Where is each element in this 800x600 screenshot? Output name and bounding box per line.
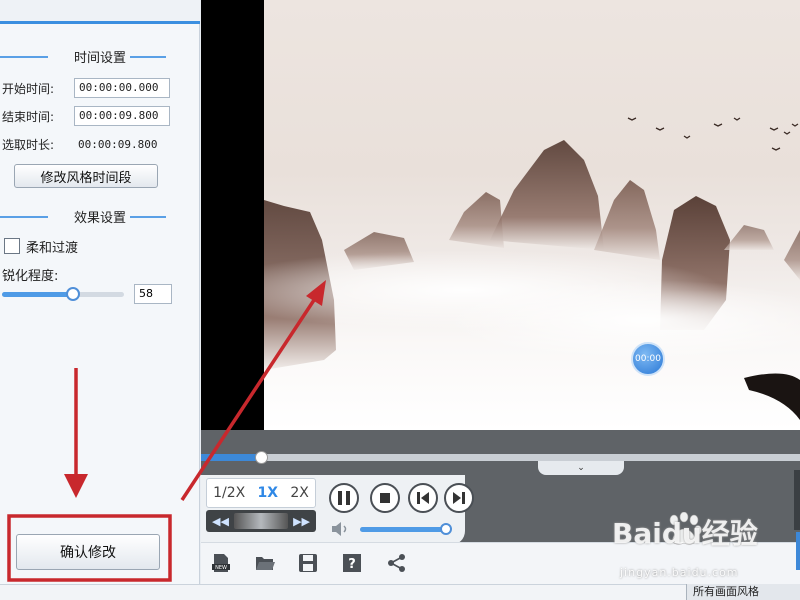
previous-frame-icon xyxy=(417,492,429,504)
help-icon[interactable]: ? xyxy=(341,552,363,574)
video-preview: 00:00 xyxy=(201,0,800,430)
sharpen-slider-fill xyxy=(2,292,73,297)
right-panel-edge-accent xyxy=(796,532,800,570)
duration-row: 选取时长: 00:00:09.800 xyxy=(2,134,157,154)
modify-style-time-button[interactable]: 修改风格时间段 xyxy=(14,164,158,188)
next-frame-button[interactable] xyxy=(444,483,474,513)
pause-button[interactable] xyxy=(329,483,359,513)
sharpen-label: 锐化程度: xyxy=(2,268,59,284)
soft-transition-row[interactable]: 柔和过渡 xyxy=(4,236,78,256)
sharpen-value-input[interactable]: 58 xyxy=(134,284,172,304)
sharpen-slider-knob[interactable] xyxy=(65,287,80,301)
svg-text:?: ? xyxy=(348,557,356,572)
svg-text:NEW: NEW xyxy=(215,565,227,571)
end-time-input[interactable]: 00:00:09.800 xyxy=(74,106,170,126)
seek-shuttle[interactable]: ◀◀ ▶▶ xyxy=(206,510,316,532)
style-list-header: 所有画面风格 xyxy=(686,584,800,600)
settings-panel: 时间设置 开始时间: 00:00:00.000 结束时间: 00:00:09.8… xyxy=(0,0,200,600)
time-settings-header: 时间设置 xyxy=(0,46,200,66)
fast-forward-icon[interactable]: ▶▶ xyxy=(293,515,310,528)
chevron-down-icon: ⌄ xyxy=(577,463,585,473)
effect-settings-header: 效果设置 xyxy=(0,206,200,226)
volume-slider-knob[interactable] xyxy=(439,523,452,535)
right-panel-edge xyxy=(794,470,800,530)
duration-label: 选取时长: xyxy=(2,137,55,152)
volume-slider[interactable] xyxy=(360,523,452,535)
start-time-input[interactable]: 00:00:00.000 xyxy=(74,78,170,98)
pause-icon xyxy=(338,491,350,505)
rewind-icon[interactable]: ◀◀ xyxy=(212,515,229,528)
previous-frame-button[interactable] xyxy=(408,483,438,513)
speed-option-half[interactable]: 1/2X xyxy=(213,485,245,501)
screenshot-root: 时间设置 开始时间: 00:00:00.000 结束时间: 00:00:09.8… xyxy=(0,0,800,600)
soft-transition-label: 柔和过渡 xyxy=(26,240,79,256)
timer-badge[interactable]: 00:00 xyxy=(631,342,665,376)
effect-settings-title: 效果设置 xyxy=(69,206,130,226)
end-time-row: 结束时间: 00:00:09.800 xyxy=(2,106,170,126)
panel-top-strip xyxy=(0,0,200,24)
speed-option-1x[interactable]: 1X xyxy=(258,485,279,501)
video-frame-image xyxy=(264,0,800,430)
share-icon[interactable] xyxy=(386,552,408,574)
ink-landscape-painting xyxy=(264,117,800,420)
volume-slider-fill xyxy=(360,527,446,532)
sharpen-label-row: 锐化程度: xyxy=(2,264,58,284)
watermark-url: jingyan.baidu.com xyxy=(620,566,739,579)
watermark-brand: Baidu经验 xyxy=(612,517,758,550)
stop-icon xyxy=(380,493,390,503)
sharpen-slider[interactable] xyxy=(2,287,124,301)
status-strip xyxy=(0,584,800,600)
speed-selector: 1/2X 1X 2X xyxy=(206,478,316,508)
start-time-row: 开始时间: 00:00:00.000 xyxy=(2,78,170,98)
time-settings-title: 时间设置 xyxy=(69,46,130,66)
new-file-icon[interactable]: NEW xyxy=(210,552,232,574)
confirm-modify-button[interactable]: 确认修改 xyxy=(16,534,160,570)
stop-button[interactable] xyxy=(370,483,400,513)
duration-value: 00:00:09.800 xyxy=(78,137,158,151)
start-time-label: 开始时间: xyxy=(2,81,55,96)
next-frame-icon xyxy=(453,492,465,504)
end-time-label: 结束时间: xyxy=(2,109,55,124)
speed-option-2x[interactable]: 2X xyxy=(290,485,309,501)
save-icon[interactable] xyxy=(297,552,319,574)
collapse-tab[interactable]: ⌄ xyxy=(538,461,624,475)
soft-transition-checkbox[interactable] xyxy=(4,238,20,254)
volume-icon[interactable] xyxy=(330,521,352,537)
playback-progress-bar[interactable] xyxy=(201,451,800,464)
open-folder-icon[interactable] xyxy=(254,552,276,574)
shuttle-thumb[interactable] xyxy=(234,513,288,529)
playback-progress-fill xyxy=(201,454,261,461)
playback-progress-knob[interactable] xyxy=(254,451,268,464)
